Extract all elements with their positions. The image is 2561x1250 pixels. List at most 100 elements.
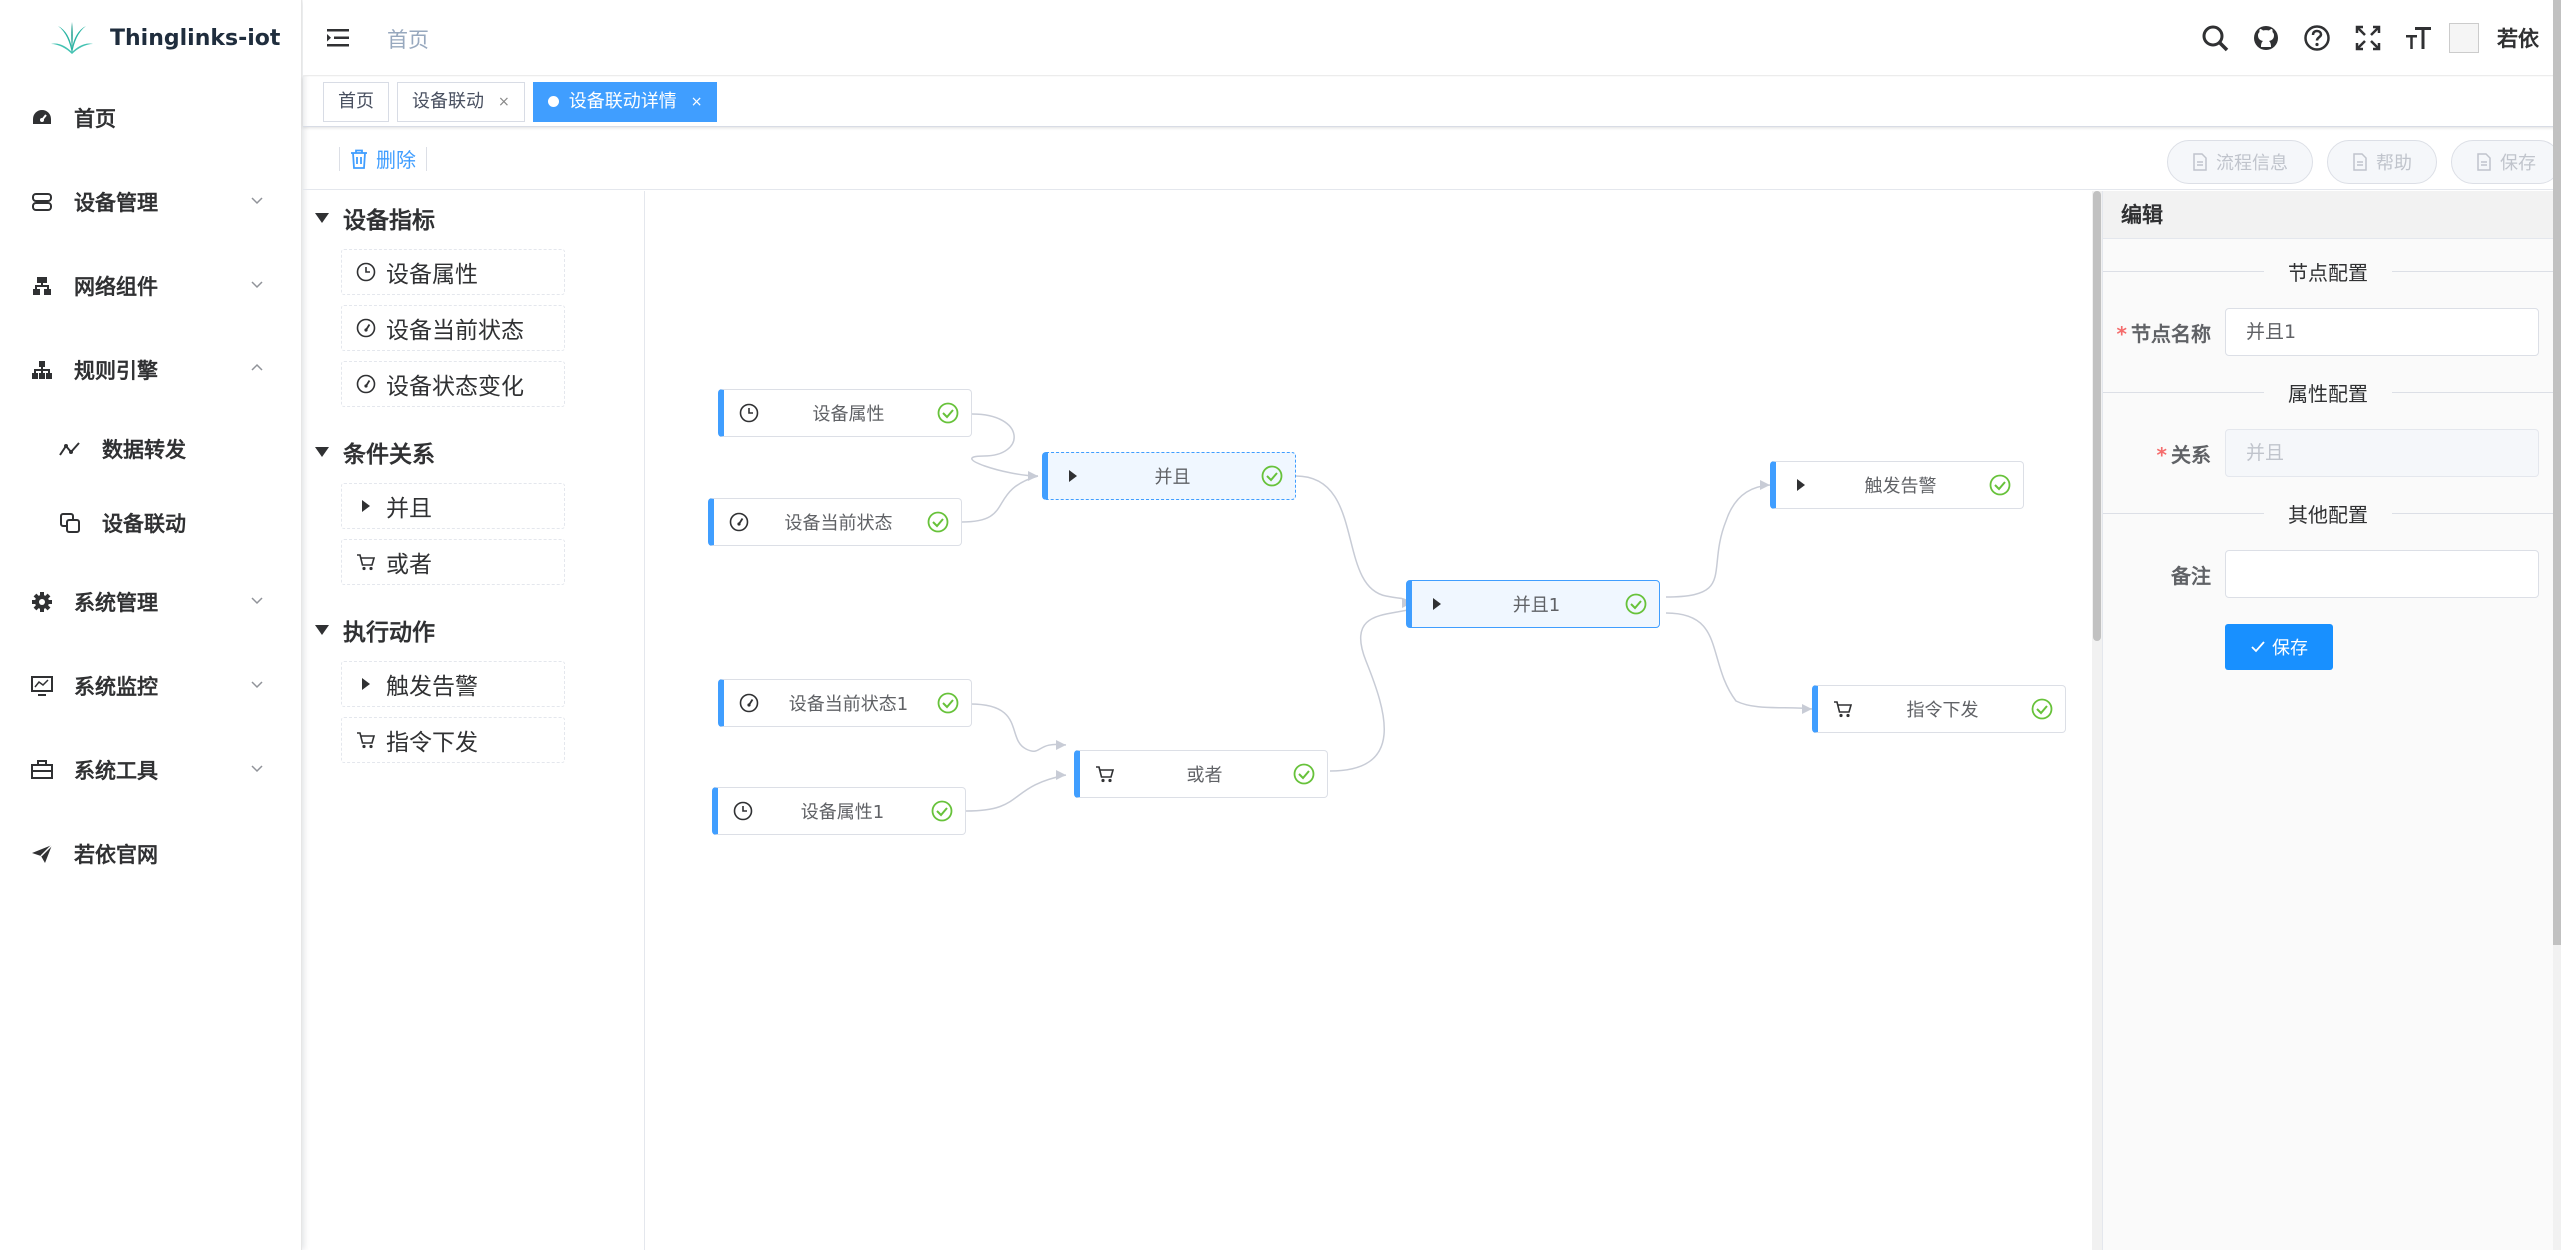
chevron-down-icon — [251, 681, 263, 689]
chevron-down-icon — [251, 197, 263, 205]
palette-item-label: 指令下发 — [386, 730, 478, 756]
flow-save-button[interactable]: 保存 — [2451, 140, 2561, 184]
tags-view: 首页 设备联动 × 设备联动详情 × — [303, 77, 2561, 127]
section-divider: 属性配置 — [2103, 378, 2553, 407]
sidebar-item-label: 若依官网 — [74, 843, 158, 867]
save-button[interactable]: 保存 — [2225, 624, 2333, 670]
avatar[interactable] — [2449, 23, 2479, 53]
palette-item-send-command[interactable]: 指令下发 — [341, 717, 565, 763]
form-row-node-name: * 节点名称 并且1 — [2103, 308, 2553, 356]
search-icon[interactable] — [2200, 23, 2230, 53]
flow-node-and-1[interactable]: 并且1 — [1406, 580, 1660, 628]
flow-node-trigger-alarm[interactable]: 触发告警 — [1770, 461, 2024, 509]
caret-down-icon — [315, 625, 329, 635]
palette-item-trigger-alarm[interactable]: 触发告警 — [341, 661, 565, 707]
palette-item-device-state-change[interactable]: 设备状态变化 — [341, 361, 565, 407]
delete-button[interactable]: 删除 — [329, 144, 437, 173]
close-icon[interactable]: × — [691, 83, 703, 121]
flow-canvas[interactable]: 设备属性 设备当前状态 并且 设备当前状态1 设备属性1 或者 并且1 触发告警… — [646, 191, 2092, 1250]
divider — [339, 146, 340, 171]
palette-group-label: 执行动作 — [343, 620, 435, 646]
palette-group-label: 条件关系 — [343, 442, 435, 468]
edge-and1-to-alarm — [1665, 484, 1771, 598]
clock-icon — [356, 262, 376, 282]
flow-node-and[interactable]: 并且 — [1042, 452, 1296, 500]
palette-item-device-attribute[interactable]: 设备属性 — [341, 249, 565, 295]
github-icon[interactable] — [2251, 23, 2281, 53]
chevron-down-icon — [251, 597, 263, 605]
tag-home[interactable]: 首页 — [323, 81, 389, 122]
palette-item-label: 设备当前状态 — [386, 318, 524, 344]
palette-item-or[interactable]: 或者 — [341, 539, 565, 585]
sidebar-item-home[interactable]: 首页 — [0, 76, 301, 160]
help-icon[interactable] — [2302, 23, 2332, 53]
palette-group-label: 设备指标 — [343, 208, 435, 234]
breadcrumb[interactable]: 首页 — [387, 24, 429, 54]
palette-group-title[interactable]: 执行动作 — [313, 613, 644, 647]
fullscreen-icon[interactable] — [2353, 23, 2383, 53]
remark-label: 备注 — [2171, 563, 2211, 588]
scrollbar-thumb[interactable] — [2093, 191, 2101, 641]
sidebar-item-device-management[interactable]: 设备管理 — [0, 160, 301, 244]
node-name-input[interactable]: 并且1 — [2225, 308, 2539, 356]
palette-item-device-current-state[interactable]: 设备当前状态 — [341, 305, 565, 351]
sidebar-item-system-management[interactable]: 系统管理 — [0, 560, 301, 644]
sidebar-item-data-forward[interactable]: 数据转发 — [0, 412, 301, 486]
palette-item-label: 并且 — [386, 496, 432, 522]
tag-device-linkage[interactable]: 设备联动 × — [397, 81, 525, 122]
header-right-menu: 若依 — [2200, 0, 2561, 76]
palette-group-title[interactable]: 条件关系 — [313, 435, 644, 469]
sidebar-item-label: 设备联动 — [102, 512, 186, 536]
palette-item-and[interactable]: 并且 — [341, 483, 565, 529]
flow-node-device-attribute[interactable]: 设备属性 — [718, 389, 972, 437]
form-row-remark: 备注 — [2103, 550, 2553, 598]
node-label: 设备属性1 — [800, 802, 885, 823]
sidebar-item-system-monitor[interactable]: 系统监控 — [0, 644, 301, 728]
flow-node-device-attribute-1[interactable]: 设备属性1 — [712, 787, 966, 835]
check-circle-icon — [1293, 763, 1315, 785]
top-navbar: 首页 若依 — [303, 0, 2561, 76]
sidebar-item-label: 设备管理 — [74, 191, 158, 215]
logo-icon — [51, 22, 93, 54]
document-icon — [2477, 153, 2491, 171]
tag-device-linkage-detail[interactable]: 设备联动详情 × — [532, 81, 718, 122]
sidebar-item-system-tools[interactable]: 系统工具 — [0, 728, 301, 812]
section-title: 属性配置 — [2264, 378, 2392, 407]
server-icon — [30, 190, 54, 214]
logo[interactable]: Thinglinks-iot — [0, 0, 301, 76]
flow-node-or[interactable]: 或者 — [1074, 750, 1328, 798]
sidebar-item-ruoyi-site[interactable]: 若依官网 — [0, 812, 301, 896]
scrollbar-thumb[interactable] — [2553, 0, 2561, 945]
remark-input[interactable] — [2225, 550, 2539, 598]
editor-title: 编辑 — [2103, 191, 2553, 239]
gauge-icon — [356, 374, 376, 394]
username[interactable]: 若依 — [2497, 23, 2539, 53]
canvas-scrollbar[interactable] — [2092, 191, 2102, 1250]
cart-icon — [356, 730, 376, 750]
palette-item-label: 触发告警 — [386, 674, 478, 700]
sidebar-item-network[interactable]: 网络组件 — [0, 244, 301, 328]
check-circle-icon — [931, 800, 953, 822]
hamburger-icon[interactable] — [325, 24, 353, 52]
flow-info-button[interactable]: 流程信息 — [2167, 140, 2313, 184]
edge-state1-to-or — [969, 703, 1067, 753]
check-icon — [2251, 641, 2265, 653]
sidebar-item-device-linkage[interactable]: 设备联动 — [0, 486, 301, 560]
check-circle-icon — [2031, 698, 2053, 720]
relation-select[interactable]: 并且 — [2225, 429, 2539, 477]
sidebar-item-label: 系统监控 — [74, 675, 158, 699]
flow-node-device-current-state[interactable]: 设备当前状态 — [708, 498, 962, 546]
send-icon — [30, 842, 54, 866]
sidebar-item-rule-engine[interactable]: 规则引擎 — [0, 328, 301, 412]
flow-node-device-current-state-1[interactable]: 设备当前状态1 — [718, 679, 972, 727]
chevron-down-icon — [251, 765, 263, 773]
check-circle-icon — [1625, 593, 1647, 615]
font-size-icon[interactable] — [2404, 23, 2434, 53]
page-scrollbar[interactable] — [2553, 0, 2561, 1250]
flow-node-send-command[interactable]: 指令下发 — [1812, 685, 2066, 733]
palette-group-title[interactable]: 设备指标 — [313, 201, 644, 235]
toolbar-right: 流程信息 帮助 保存 — [2153, 140, 2561, 184]
close-icon[interactable]: × — [498, 83, 510, 121]
tree-icon — [30, 358, 54, 382]
help-button[interactable]: 帮助 — [2327, 140, 2437, 184]
